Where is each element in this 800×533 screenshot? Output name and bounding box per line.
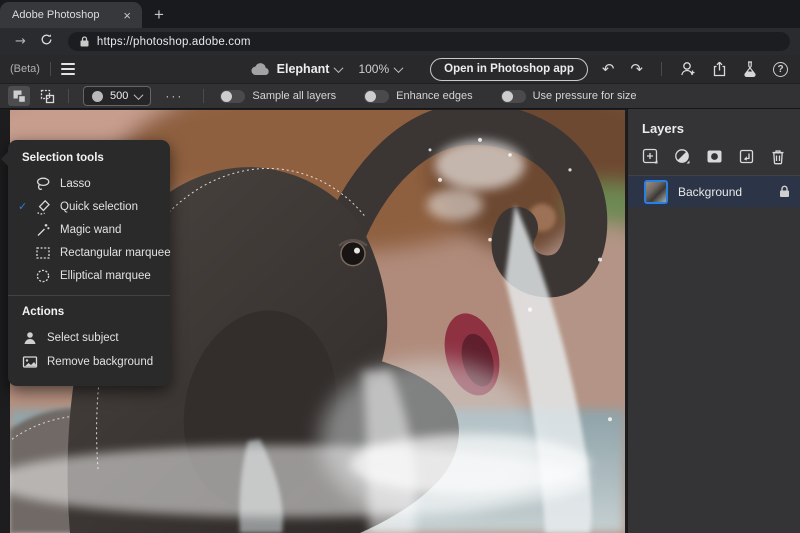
toggle-label: Use pressure for size — [533, 90, 637, 102]
document-group: Elephant 100% — [251, 62, 403, 76]
use-pressure-switch[interactable] — [501, 90, 526, 103]
reload-icon[interactable] — [40, 33, 53, 50]
help-icon[interactable]: ? — [773, 62, 788, 77]
divider — [50, 62, 51, 76]
layers-panel: Layers ··· — [627, 109, 800, 533]
more-options-icon[interactable]: ··· — [165, 89, 183, 103]
lasso-icon — [35, 176, 51, 192]
flask-icon[interactable] — [743, 61, 757, 77]
browser-addressbar: → https://photoshop.adobe.com — [0, 28, 800, 55]
elliptical-marquee-icon — [35, 268, 51, 284]
remove-background-icon — [22, 354, 38, 370]
divider — [68, 89, 69, 103]
browser-tabstrip: Adobe Photoshop × + — [0, 0, 800, 28]
select-subject-icon — [22, 330, 38, 346]
invite-user-icon[interactable] — [680, 61, 696, 77]
chevron-down-icon[interactable] — [334, 63, 344, 73]
tool-elliptical-marquee[interactable]: Elliptical marquee — [8, 264, 170, 287]
lock-icon — [80, 36, 89, 47]
tool-options-bar: 500 ··· Sample all layers Enhance edges … — [0, 84, 800, 109]
hamburger-menu-icon[interactable] — [61, 63, 75, 75]
chevron-down-icon — [134, 90, 144, 100]
selection-tools-flyout: Selection tools Lasso ✓ Quick selection — [8, 140, 170, 386]
toggle-label: Enhance edges — [396, 90, 472, 102]
tab-title: Adobe Photoshop — [12, 9, 120, 21]
toggle-sample-all-layers: Sample all layers — [220, 90, 358, 103]
share-icon[interactable] — [712, 61, 727, 77]
brush-preview-icon — [92, 91, 103, 102]
layer-row-background[interactable]: Background — [628, 176, 800, 207]
open-in-photoshop-button[interactable]: Open in Photoshop app — [430, 58, 588, 81]
tool-magic-wand[interactable]: Magic wand — [8, 218, 170, 241]
tool-quick-selection[interactable]: ✓ Quick selection — [8, 195, 170, 218]
toggle-enhance-edges: Enhance edges — [364, 90, 494, 103]
action-remove-background[interactable]: Remove background — [8, 350, 170, 374]
url-text: https://photoshop.adobe.com — [97, 36, 251, 48]
app-header: (Beta) Elephant 100% Open in Photoshop a… — [0, 55, 800, 84]
add-to-selection-icon[interactable] — [8, 86, 30, 106]
actions-title: Actions — [8, 303, 170, 326]
chevron-down-icon[interactable] — [394, 63, 404, 73]
action-select-subject[interactable]: Select subject — [8, 326, 170, 350]
address-bar[interactable]: https://photoshop.adobe.com — [68, 32, 790, 51]
magic-wand-icon — [35, 222, 51, 238]
new-layer-icon[interactable] — [642, 148, 659, 165]
divider — [661, 62, 662, 76]
undo-icon[interactable]: ↶ — [602, 62, 615, 77]
divider — [203, 89, 204, 103]
lock-icon[interactable] — [779, 185, 790, 198]
layer-name: Background — [678, 185, 779, 199]
new-tab-button[interactable]: + — [154, 6, 164, 23]
rectangular-marquee-icon — [35, 245, 51, 261]
toggle-use-pressure: Use pressure for size — [501, 90, 659, 103]
sample-all-layers-switch[interactable] — [220, 90, 245, 103]
flyout-title: Selection tools — [8, 150, 170, 172]
browser-tab-adobe-photoshop[interactable]: Adobe Photoshop × — [0, 2, 142, 28]
cloud-sync-icon — [251, 63, 271, 76]
check-icon: ✓ — [18, 200, 35, 213]
toggle-label: Sample all layers — [252, 90, 336, 102]
tool-lasso[interactable]: Lasso — [8, 172, 170, 195]
document-name[interactable]: Elephant — [277, 62, 330, 76]
adjustment-layer-icon[interactable] — [674, 148, 691, 165]
workspace: Selection tools Lasso ✓ Quick selection — [0, 109, 800, 533]
delete-layer-icon[interactable] — [770, 148, 786, 165]
tool-rectangular-marquee[interactable]: Rectangular marquee — [8, 241, 170, 264]
beta-label: (Beta) — [10, 63, 40, 75]
redo-icon[interactable]: ↷ — [630, 62, 643, 77]
transform-layer-icon[interactable] — [738, 148, 755, 165]
enhance-edges-switch[interactable] — [364, 90, 389, 103]
quick-selection-icon — [35, 199, 51, 215]
divider — [8, 295, 170, 296]
subtract-from-selection-icon[interactable] — [36, 86, 58, 106]
close-tab-icon[interactable]: × — [120, 7, 134, 24]
forward-icon[interactable]: → — [15, 34, 26, 49]
layers-toolbar: ··· — [628, 146, 800, 175]
layers-panel-title: Layers — [628, 109, 800, 146]
brush-size-value: 500 — [110, 90, 128, 102]
browser-window: Adobe Photoshop × + → https://photoshop.… — [0, 0, 800, 533]
zoom-level[interactable]: 100% — [358, 62, 389, 76]
layer-thumbnail[interactable] — [644, 180, 668, 204]
layer-mask-icon[interactable] — [706, 148, 723, 165]
brush-size-dropdown[interactable]: 500 — [83, 86, 151, 106]
